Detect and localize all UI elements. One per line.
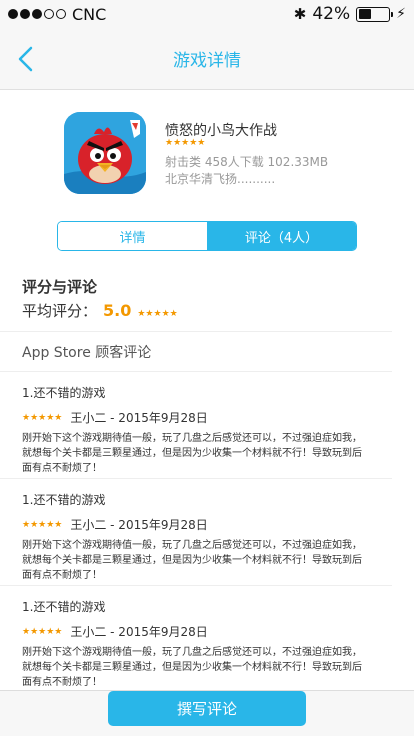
average-rating-label: 平均评分：: [22, 302, 98, 320]
review-stars: ★★★★★: [22, 412, 63, 423]
average-rating-value: 5.0: [103, 301, 132, 320]
reviews-section: 评分与评论 平均评分： 5.0 ★★★★★ App Store 顾客评论 1.还…: [0, 258, 414, 690]
signal-strength-icon: [8, 9, 66, 19]
battery-icon: [356, 6, 394, 22]
rating-summary: 评分与评论 平均评分： 5.0 ★★★★★: [0, 258, 392, 332]
carrier-name: CNC: [72, 4, 107, 24]
angry-bird-icon: [64, 112, 146, 194]
review-byline: 王小二 - 2015年9月28日: [70, 411, 208, 425]
review-body: 刚开始下这个游戏期待值一般，玩了几盘之后感觉还可以，不过强迫症如我，就想每个关卡…: [22, 540, 362, 581]
app-meta-category-downloads-size: 射击类 458人下载 102.33MB: [165, 155, 329, 169]
review-stars: ★★★★★: [22, 519, 63, 530]
back-button[interactable]: [14, 46, 38, 72]
appstore-reviews-title: App Store 顾客评论: [0, 332, 392, 372]
page-title: 游戏详情: [173, 51, 241, 71]
tab-details[interactable]: 详情: [58, 222, 207, 250]
bluetooth-icon: ✱: [293, 5, 307, 23]
write-review-button[interactable]: 撰写评论: [108, 691, 306, 726]
review-byline: 王小二 - 2015年9月28日: [70, 625, 208, 639]
app-meta-developer: 北京华清飞扬..........: [165, 172, 276, 186]
segmented-tabs: 详情 评论（4人）: [57, 221, 357, 251]
charging-icon: ⚡: [396, 6, 406, 22]
review-item: 1.还不错的游戏 ★★★★★ 王小二 - 2015年9月28日 刚开始下这个游戏…: [0, 479, 392, 586]
review-body: 刚开始下这个游戏期待值一般，玩了几盘之后感觉还可以，不过强迫症如我，就想每个关卡…: [22, 647, 362, 688]
app-name: 愤怒的小鸟大作战: [165, 123, 277, 139]
review-byline: 王小二 - 2015年9月28日: [70, 518, 208, 532]
battery-percent: 42%: [312, 4, 351, 24]
chevron-left-icon: [18, 46, 33, 72]
review-title: 1.还不错的游戏: [22, 386, 106, 400]
average-rating-stars: ★★★★★: [137, 309, 178, 319]
review-item: 1.还不错的游戏 ★★★★★ 王小二 - 2015年9月28日 刚开始下这个游戏…: [0, 586, 392, 690]
app-meta: 射击类 458人下载 102.33MB 北京华清飞扬..........: [165, 154, 328, 188]
review-item: 1.还不错的游戏 ★★★★★ 王小二 - 2015年9月28日 刚开始下这个游戏…: [0, 372, 392, 479]
review-stars: ★★★★★: [22, 626, 63, 637]
review-title: 1.还不错的游戏: [22, 600, 106, 614]
rating-section-title: 评分与评论: [22, 278, 98, 296]
review-body: 刚开始下这个游戏期待值一般，玩了几盘之后感觉还可以，不过强迫症如我，就想每个关卡…: [22, 433, 362, 474]
review-title: 1.还不错的游戏: [22, 493, 106, 507]
navigation-bar: 游戏详情: [0, 28, 414, 90]
bottom-bar: 撰写评论: [0, 690, 414, 736]
tab-reviews[interactable]: 评论（4人）: [207, 222, 356, 250]
status-bar: CNC ✱ 42% ⚡: [0, 0, 414, 28]
app-rating-stars: ★★★★★: [165, 138, 206, 148]
app-info-card: 愤怒的小鸟大作战 ★★★★★ 射击类 458人下载 102.33MB 北京华清飞…: [0, 90, 414, 258]
